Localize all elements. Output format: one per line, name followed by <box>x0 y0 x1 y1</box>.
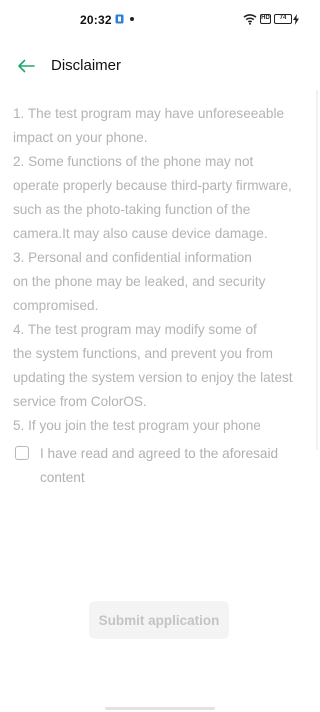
agree-checkbox-row[interactable]: I have read and agreed to the aforesaid … <box>15 442 305 490</box>
disclaimer-line: operate properly because third-party fir… <box>13 178 292 193</box>
app-notification-icon <box>115 14 124 24</box>
status-bar: 20:32 HD 74 <box>0 0 319 40</box>
app-header: Disclaimer <box>0 48 319 84</box>
disclaimer-line: on the phone may be leaked, and security <box>13 274 266 289</box>
disclaimer-line: 3. Personal and confidential information <box>13 250 252 265</box>
disclaimer-line: such as the photo-taking function of the <box>13 202 251 217</box>
dot-icon <box>130 17 134 21</box>
disclaimer-line: the system functions, and prevent you fr… <box>13 346 273 361</box>
disclaimer-line: 5. If you join the test program your pho… <box>13 418 261 433</box>
disclaimer-line: compromised. <box>13 298 99 313</box>
disclaimer-line: 2. Some functions of the phone may not <box>13 154 254 169</box>
page-title: Disclaimer <box>51 57 122 74</box>
sim-icon: HD <box>260 14 271 24</box>
submit-application-button[interactable]: Submit application <box>89 601 229 639</box>
wifi-icon <box>243 14 257 25</box>
disclaimer-line: updating the system version to enjoy the… <box>13 370 293 385</box>
disclaimer-line: 4. The test program may modify some of <box>13 322 257 337</box>
disclaimer-line: 1. The test program may have unforeseeab… <box>13 106 285 121</box>
disclaimer-text: 1. The test program may have unforeseeab… <box>13 102 309 438</box>
agree-label: I have read and agreed to the aforesaid … <box>40 446 279 485</box>
disclaimer-line: impact on your phone. <box>13 130 148 145</box>
battery-icon: 74 <box>274 14 292 24</box>
scroll-indicator[interactable] <box>316 90 318 450</box>
arrow-left-icon <box>18 59 35 73</box>
disclaimer-line: service from ColorOS. <box>13 394 147 409</box>
home-indicator <box>105 707 215 710</box>
disclaimer-line: camera.It may also cause device damage. <box>13 226 268 241</box>
agree-checkbox[interactable] <box>15 446 29 460</box>
charging-icon <box>293 14 299 25</box>
disclaimer-content: 1. The test program may have unforeseeab… <box>13 102 309 438</box>
back-button[interactable] <box>14 55 38 77</box>
status-time: 20:32 <box>80 13 112 27</box>
